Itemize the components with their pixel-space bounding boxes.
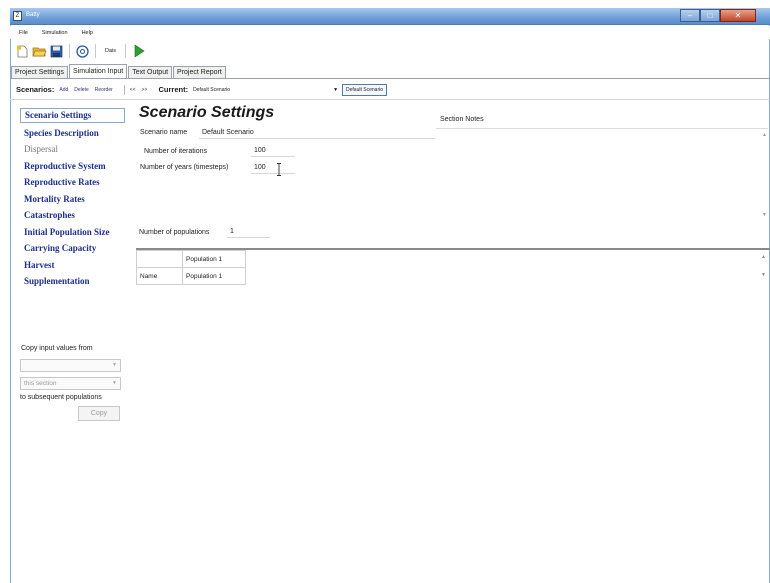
table-row: Name Population 1 xyxy=(136,267,246,285)
tab-simulation-input[interactable]: Simulation Input xyxy=(69,64,128,79)
toolbar-text-button[interactable]: Dais xyxy=(101,48,120,54)
scenario-prev-button[interactable]: << xyxy=(130,87,136,93)
grid-column-header[interactable]: Population 1 xyxy=(182,250,246,268)
current-scenario-label: Current: xyxy=(158,85,189,94)
nav-reproductive-rates[interactable]: Reproductive Rates xyxy=(20,174,125,191)
scenario-name-label: Scenario name xyxy=(140,129,188,136)
scenario-select-button[interactable]: Default Scenario xyxy=(342,83,387,96)
nav-dispersal: Dispersal xyxy=(24,144,58,154)
nav-species-description[interactable]: Species Description xyxy=(20,125,125,142)
nav-scenario-settings[interactable]: Scenario Settings xyxy=(20,108,125,123)
text-cursor-icon xyxy=(277,163,281,176)
scenario-name-field[interactable]: Default Scenario xyxy=(199,128,435,139)
close-button[interactable]: ✕ xyxy=(720,9,756,22)
scenario-next-button[interactable]: >> xyxy=(142,87,148,93)
tab-divider xyxy=(10,78,770,79)
maximize-button[interactable]: □ xyxy=(700,9,720,22)
chevron-down-icon: ▼ xyxy=(112,380,117,386)
subsequent-populations-label: to subsequent populations xyxy=(20,394,102,401)
window-controls: – □ ✕ xyxy=(680,9,756,22)
iterations-label: Number of iterations xyxy=(144,148,208,155)
grid-cell[interactable]: Population 1 xyxy=(182,267,246,285)
grid-header-row: Population 1 xyxy=(136,250,246,268)
copy-button[interactable]: Copy xyxy=(78,406,120,421)
scenarios-bar: Scenarios: Add Delete Reorder << >> Curr… xyxy=(10,81,770,98)
grid-row-header: Name xyxy=(136,267,183,285)
copy-from-label: Copy input values from xyxy=(21,345,93,352)
section-notes-field[interactable] xyxy=(436,128,768,129)
toolbar-separator xyxy=(125,44,127,58)
open-folder-icon[interactable] xyxy=(32,44,47,59)
copy-source-combo[interactable]: ▼ xyxy=(20,359,121,372)
copy-section-combo[interactable]: this section ▼ xyxy=(20,377,121,390)
grid-corner-cell xyxy=(136,250,183,268)
population-grid: Population 1 Name Population 1 xyxy=(136,250,246,285)
app-icon: Z xyxy=(13,11,22,21)
tab-strip: Project Settings Simulation Input Text O… xyxy=(11,64,227,79)
section-nav: Scenario Settings Species Description Di… xyxy=(20,108,125,290)
populations-field[interactable]: 1 xyxy=(227,227,270,238)
title-bar: Z Batty – □ ✕ xyxy=(10,8,770,25)
menu-bar: File Simulation Help xyxy=(10,26,770,39)
toolbar-separator xyxy=(95,44,96,58)
page-title: Scenario Settings xyxy=(139,104,275,121)
new-file-icon[interactable] xyxy=(15,44,30,59)
copy-section-value: this section xyxy=(24,380,57,387)
populations-label: Number of populations xyxy=(139,229,210,236)
nav-reproductive-system[interactable]: Reproductive System xyxy=(20,158,125,175)
window-title: Batty xyxy=(26,12,40,18)
section-notes-label: Section Notes xyxy=(440,116,484,123)
years-label: Number of years (timesteps) xyxy=(140,164,229,171)
run-icon[interactable] xyxy=(131,44,146,59)
save-icon[interactable] xyxy=(49,44,64,59)
iterations-field[interactable]: 100 xyxy=(251,146,295,157)
scenario-delete-link[interactable]: Delete xyxy=(74,87,88,93)
scenarios-label: Scenarios: xyxy=(16,85,55,94)
nav-mortality-rates[interactable]: Mortality Rates xyxy=(20,191,125,208)
scroll-up-icon[interactable]: ▲ xyxy=(762,132,767,138)
scroll-up-icon[interactable]: ▲ xyxy=(761,254,766,260)
chevron-down-icon: ▼ xyxy=(112,362,117,368)
scenario-dropdown-icon[interactable]: ▼ xyxy=(333,87,338,93)
scenarios-divider xyxy=(10,99,770,100)
nav-catastrophes[interactable]: Catastrophes xyxy=(20,207,125,224)
nav-supplementation[interactable]: Supplementation xyxy=(20,273,125,290)
scroll-down-icon[interactable]: ▼ xyxy=(761,272,766,278)
menu-simulation[interactable]: Simulation xyxy=(42,30,68,36)
scenario-add-link[interactable]: Add xyxy=(59,87,68,93)
help-icon[interactable] xyxy=(75,44,90,59)
nav-carrying-capacity[interactable]: Carrying Capacity xyxy=(20,240,125,257)
scroll-down-icon[interactable]: ▼ xyxy=(762,212,767,218)
scenario-reorder-link[interactable]: Reorder xyxy=(95,87,113,93)
years-field[interactable]: 100 xyxy=(251,163,295,174)
menu-help[interactable]: Help xyxy=(82,30,93,36)
menu-file[interactable]: File xyxy=(19,30,28,36)
scenarios-separator xyxy=(123,84,125,95)
minimize-button[interactable]: – xyxy=(680,9,700,22)
nav-initial-population-size[interactable]: Initial Population Size xyxy=(20,224,125,241)
nav-harvest[interactable]: Harvest xyxy=(20,257,125,274)
toolbar: Dais xyxy=(10,40,770,62)
current-scenario-value: Default Scenario xyxy=(193,86,231,93)
toolbar-separator xyxy=(69,44,70,58)
